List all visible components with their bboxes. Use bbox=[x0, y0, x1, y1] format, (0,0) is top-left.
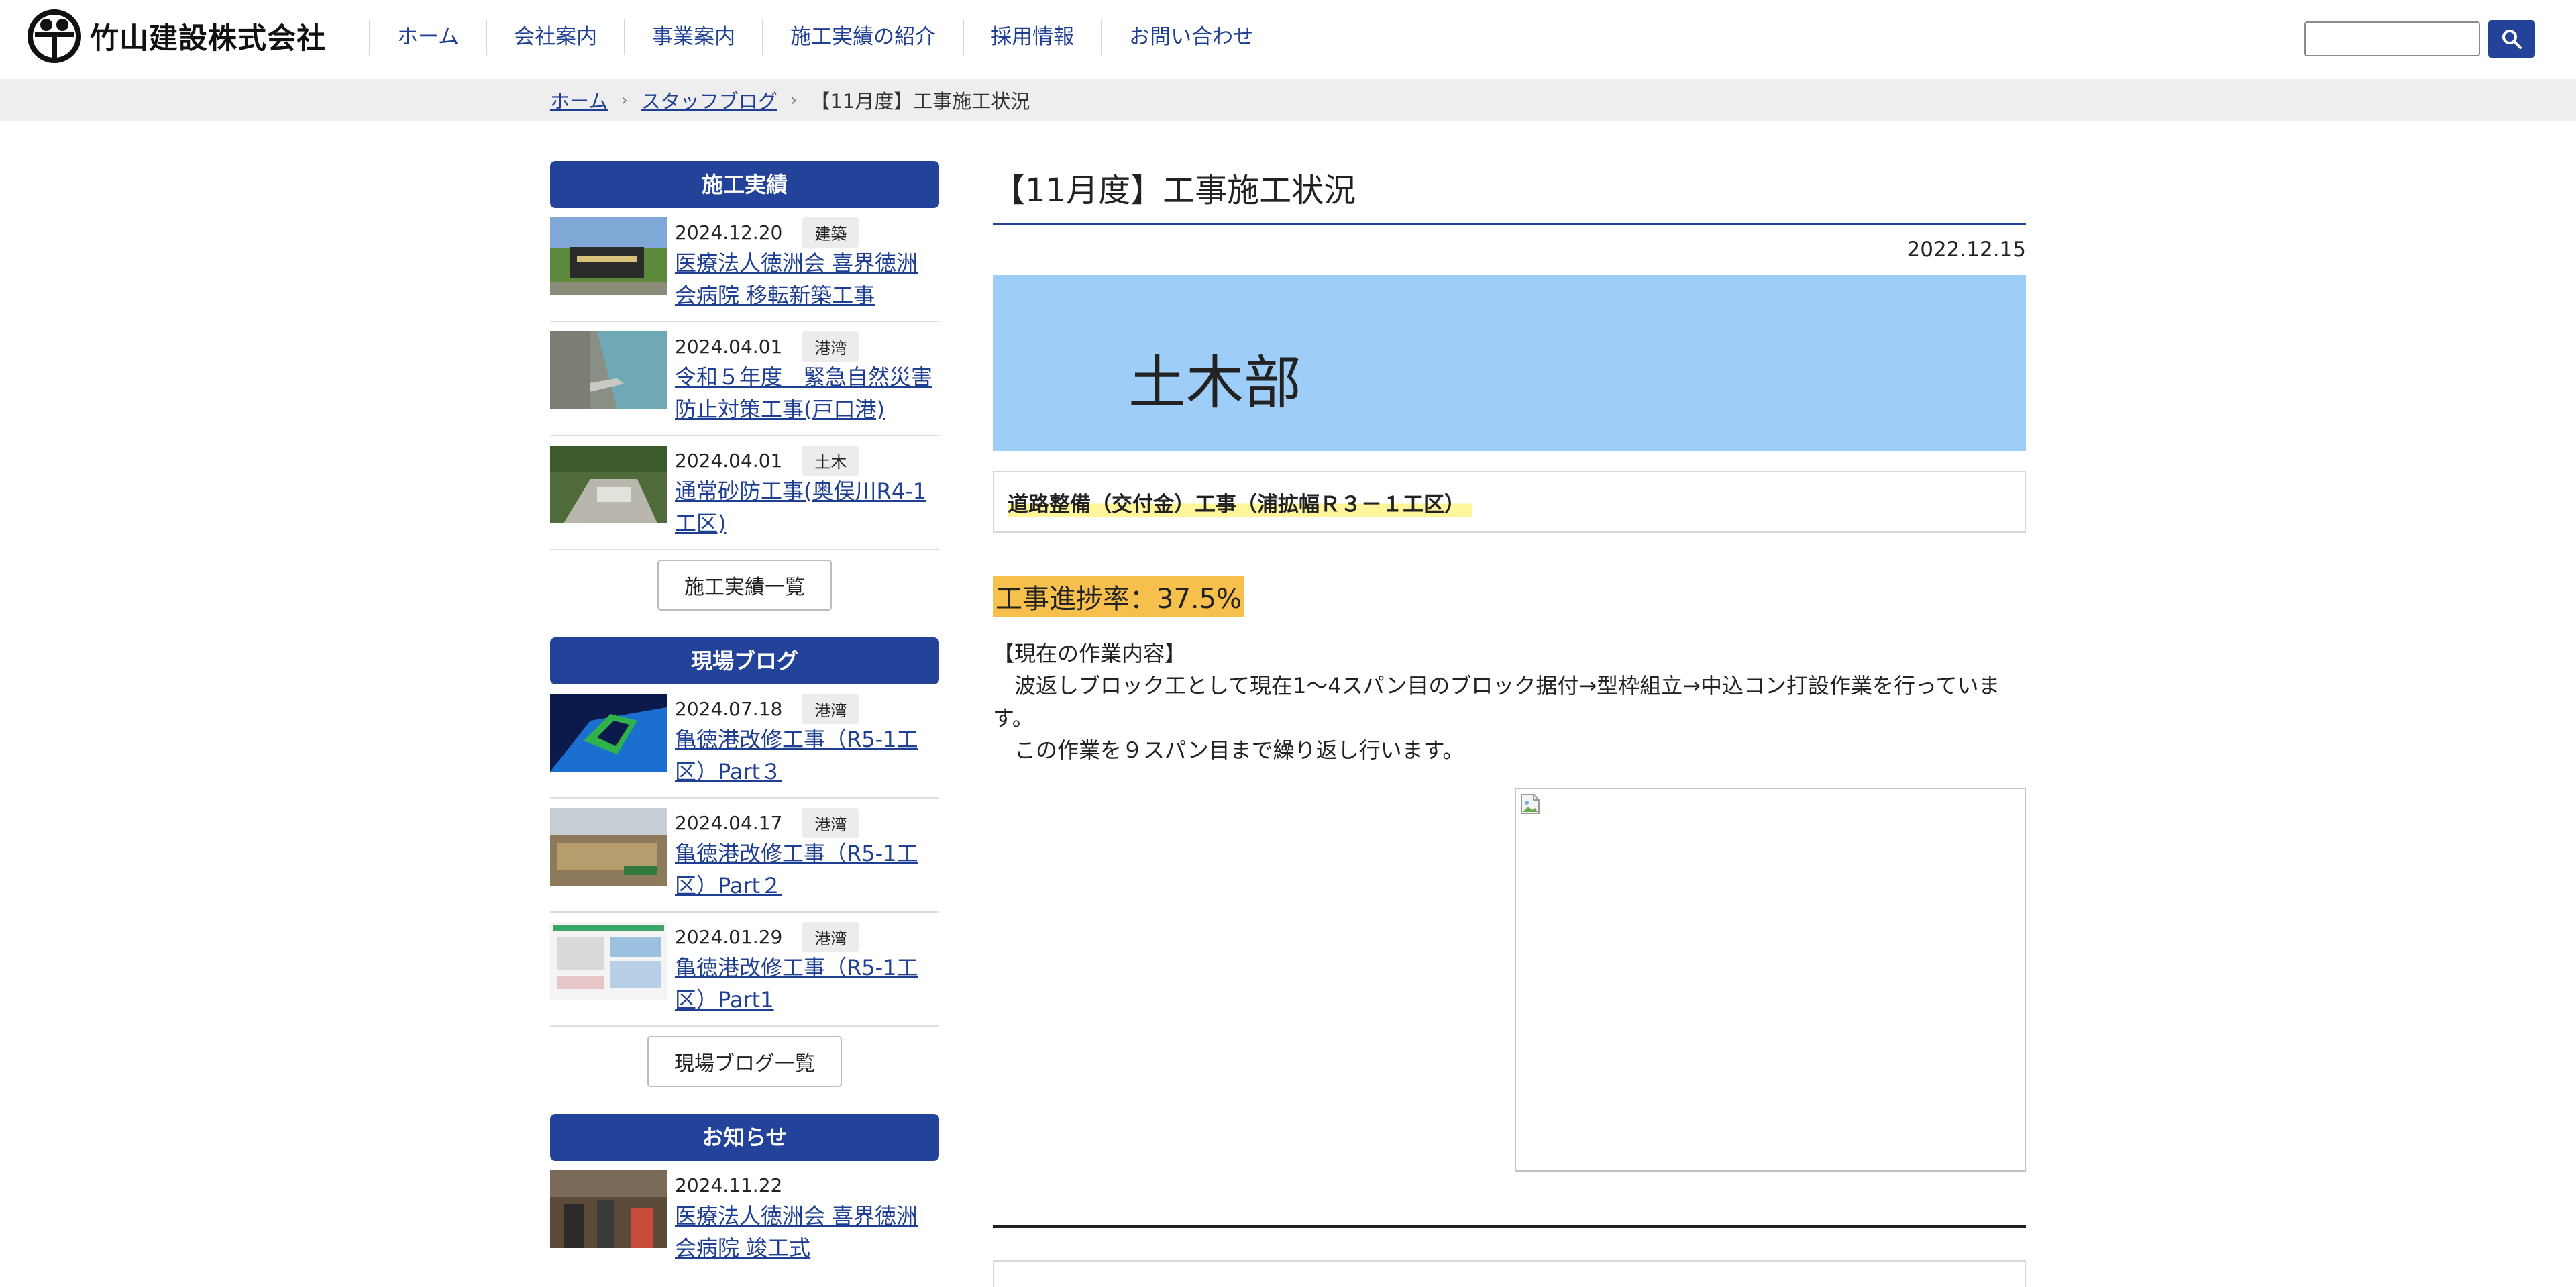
sidebar-heading-news: お知らせ bbox=[550, 1114, 939, 1161]
list-item[interactable]: 2024.04.01 土木 通常砂防工事(奥俣川R4-1工区) bbox=[550, 436, 939, 550]
thumbnail-image bbox=[550, 331, 667, 409]
nav-contact[interactable]: お問い合わせ bbox=[1101, 19, 1281, 55]
works-list-button[interactable]: 施工実績一覧 bbox=[657, 560, 832, 611]
sidebar-heading-works: 施工実績 bbox=[550, 161, 939, 208]
thumbnail-image bbox=[550, 922, 667, 1000]
breadcrumb-home[interactable]: ホーム bbox=[550, 86, 608, 114]
item-title-link[interactable]: 亀徳港改修工事（R5-1工区）Part２ bbox=[675, 841, 918, 898]
breadcrumb-current: 【11月度】工事施工状況 bbox=[810, 90, 1030, 113]
next-section-box bbox=[993, 1260, 2026, 1287]
item-date: 2024.07.18 bbox=[675, 697, 783, 720]
blog-thumbnail[interactable] bbox=[550, 694, 667, 772]
blog-thumbnail[interactable] bbox=[550, 922, 667, 1000]
blog-thumbnail[interactable] bbox=[550, 808, 667, 886]
item-date: 2024.12.20 bbox=[675, 221, 783, 244]
section-divider bbox=[993, 1225, 2026, 1228]
body-paragraph: この作業を９スパン目まで繰り返し行います。 bbox=[993, 737, 1464, 763]
breadcrumb-chevron-icon: › bbox=[790, 91, 798, 109]
item-date: 2024.01.29 bbox=[675, 925, 783, 948]
article: 【11月度】工事施工状況 2022.12.15 土木部 道路整備（交付金）工事（… bbox=[993, 158, 2026, 1287]
thumbnail-image bbox=[550, 808, 667, 886]
category-tag: 港湾 bbox=[802, 921, 859, 952]
post-date: 2022.12.15 bbox=[1907, 238, 2027, 262]
nav-business[interactable]: 事業案内 bbox=[624, 19, 762, 55]
search-input[interactable] bbox=[2304, 21, 2480, 56]
nav-recruit[interactable]: 採用情報 bbox=[963, 19, 1101, 55]
search-icon bbox=[2502, 30, 2522, 49]
nav-company[interactable]: 会社案内 bbox=[486, 19, 624, 55]
project-name: 道路整備（交付金）工事（浦拡幅Ｒ３－１工区） bbox=[1008, 486, 1472, 517]
list-item[interactable]: 2024.01.29 港湾 亀徳港改修工事（R5-1工区）Part1 bbox=[550, 913, 939, 1027]
breadcrumb-blog[interactable]: スタッフブログ bbox=[641, 86, 777, 114]
broken-image-icon bbox=[1521, 794, 1540, 814]
list-item[interactable]: 2024.07.18 港湾 亀徳港改修工事（R5-1工区）Part３ bbox=[550, 684, 939, 799]
category-tag: 港湾 bbox=[802, 807, 859, 838]
more-wrap: 施工実績一覧 bbox=[550, 550, 939, 637]
item-title-link[interactable]: 令和５年度 緊急自然災害防止対策工事(戸口港) bbox=[675, 364, 932, 422]
item-title-link[interactable]: 通常砂防工事(奥俣川R4-1工区) bbox=[675, 478, 926, 536]
category-tag: 港湾 bbox=[802, 693, 859, 724]
site-logo[interactable]: 竹山建設株式会社 bbox=[27, 7, 326, 66]
category-tag: 土木 bbox=[802, 445, 859, 476]
department-name: 土木部 bbox=[1128, 350, 1301, 417]
global-nav: ホーム 会社案内 事業案内 施工実績の紹介 採用情報 お問い合わせ bbox=[369, 19, 1281, 55]
site-header: 竹山建設株式会社 ホーム 会社案内 事業案内 施工実績の紹介 採用情報 お問い合… bbox=[0, 0, 2576, 79]
project-box: 道路整備（交付金）工事（浦拡幅Ｒ３－１工区） bbox=[993, 471, 2026, 533]
company-logo-icon bbox=[28, 9, 81, 63]
item-date: 2024.04.17 bbox=[675, 811, 783, 834]
nav-home[interactable]: ホーム bbox=[369, 19, 486, 55]
body-heading: 【現在の作業内容】 bbox=[993, 641, 1187, 666]
breadcrumb-bar: ホーム › スタッフブログ › 【11月度】工事施工状況 bbox=[0, 79, 2576, 121]
thumbnail-image bbox=[550, 446, 667, 523]
company-name: 竹山建設株式会社 bbox=[90, 22, 326, 56]
thumbnail-image bbox=[550, 217, 667, 295]
category-tag: 港湾 bbox=[802, 331, 859, 362]
list-item[interactable]: 2024.04.01 港湾 令和５年度 緊急自然災害防止対策工事(戸口港) bbox=[550, 322, 939, 436]
item-date: 2024.04.01 bbox=[675, 449, 783, 472]
progress-rate: 工事進捗率：37.5% bbox=[993, 576, 1245, 617]
item-date: 2024.04.01 bbox=[675, 335, 783, 358]
works-thumbnail[interactable] bbox=[550, 217, 667, 295]
more-wrap: 現場ブログ一覧 bbox=[550, 1027, 939, 1114]
list-item[interactable]: 2024.04.17 港湾 亀徳港改修工事（R5-1工区）Part２ bbox=[550, 799, 939, 913]
site-blog-list-button[interactable]: 現場ブログ一覧 bbox=[647, 1036, 842, 1087]
item-title-link[interactable]: 亀徳港改修工事（R5-1工区）Part1 bbox=[675, 955, 918, 1013]
works-thumbnail[interactable] bbox=[550, 446, 667, 523]
thumbnail-image bbox=[550, 1170, 667, 1248]
department-banner: 土木部 bbox=[993, 275, 2026, 451]
sidebar-heading-site-blog: 現場ブログ bbox=[550, 637, 939, 684]
body-paragraph: 波返しブロック工として現在1〜4スパン目のブロック据付→型枠組立→中込コン打設作… bbox=[993, 673, 2000, 731]
item-title-link[interactable]: 医療法人徳洲会 喜界徳洲会病院 竣工式 bbox=[675, 1203, 918, 1261]
news-thumbnail[interactable] bbox=[550, 1170, 667, 1248]
sidebar: 施工実績 2024.12.20 建築 医療法人徳洲会 喜界徳洲会病院 移転新築工… bbox=[550, 161, 939, 1274]
site-search bbox=[2304, 20, 2535, 58]
page-title: 【11月度】工事施工状況 bbox=[993, 158, 2026, 225]
item-title-link[interactable]: 医療法人徳洲会 喜界徳洲会病院 移転新築工事 bbox=[675, 250, 918, 308]
nav-works[interactable]: 施工実績の紹介 bbox=[762, 19, 963, 55]
works-thumbnail[interactable] bbox=[550, 331, 667, 409]
breadcrumb-chevron-icon: › bbox=[621, 91, 628, 109]
search-button[interactable] bbox=[2488, 20, 2535, 58]
article-body: 【現在の作業内容】 波返しブロック工として現在1〜4スパン目のブロック据付→型枠… bbox=[993, 637, 2026, 766]
breadcrumb: ホーム › スタッフブログ › 【11月度】工事施工状況 bbox=[550, 79, 1030, 121]
item-date: 2024.11.22 bbox=[675, 1174, 783, 1196]
item-title-link[interactable]: 亀徳港改修工事（R5-1工区）Part３ bbox=[675, 727, 918, 784]
article-photo bbox=[1515, 788, 2026, 1172]
thumbnail-image bbox=[550, 694, 667, 772]
list-item[interactable]: 2024.11.22 医療法人徳洲会 喜界徳洲会病院 竣工式 bbox=[550, 1161, 939, 1274]
category-tag: 建築 bbox=[802, 217, 859, 248]
list-item[interactable]: 2024.12.20 建築 医療法人徳洲会 喜界徳洲会病院 移転新築工事 bbox=[550, 208, 939, 322]
